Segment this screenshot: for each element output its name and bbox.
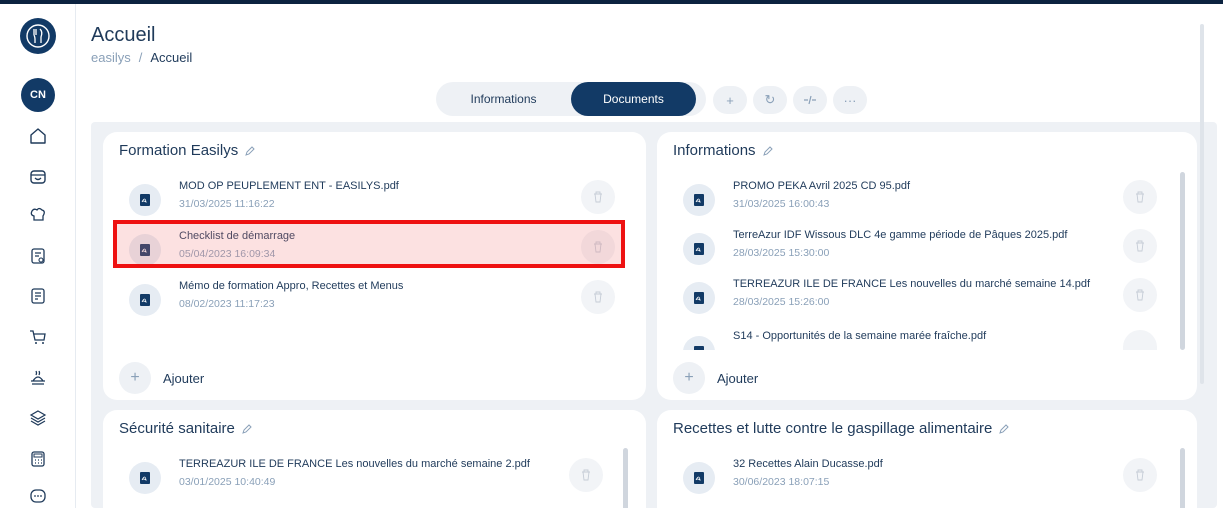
pdf-icon (683, 184, 715, 216)
pdf-icon (129, 284, 161, 316)
page-scrollbar[interactable] (1200, 24, 1204, 384)
document-item[interactable]: MOD OP PEUPLEMENT ENT - EASILYS.pdf 31/0… (121, 180, 621, 224)
document-item[interactable]: PROMO PEKA Avril 2025 CD 95.pdf 31/03/20… (675, 180, 1175, 224)
delete-button[interactable] (581, 180, 615, 214)
edit-pencil-icon[interactable] (998, 423, 1010, 435)
breadcrumb-root[interactable]: easilys (91, 50, 131, 65)
trash-icon (1136, 240, 1144, 252)
scrollbar[interactable] (1180, 172, 1185, 350)
document-name: S14 - Opportunités de la semaine marée f… (733, 330, 987, 342)
card-title: Informations (673, 142, 774, 159)
stack-icon[interactable] (26, 406, 50, 430)
document-date: 30/06/2023 18:07:15 (733, 476, 830, 488)
document-name: Mémo de formation Appro, Recettes et Men… (179, 280, 404, 292)
document-date: 08/02/2023 11:17:23 (179, 298, 275, 310)
recipe-card-icon[interactable] (26, 244, 50, 268)
card-title: Sécurité sanitaire (119, 420, 253, 437)
add-label: Ajouter (717, 370, 759, 386)
card-recettes-gaspillage: Recettes et lutte contre le gaspillage a… (657, 410, 1197, 508)
card-securite-sanitaire: Sécurité sanitaire TERREAZUR ILE DE FRAN… (103, 410, 646, 508)
card-title: Recettes et lutte contre le gaspillage a… (673, 420, 1010, 437)
breadcrumb-separator: / (138, 50, 143, 65)
trash-icon (582, 469, 590, 481)
document-name: 32 Recettes Alain Ducasse.pdf (733, 458, 883, 470)
document-name: PROMO PEKA Avril 2025 CD 95.pdf (733, 180, 911, 192)
pdf-icon (129, 462, 161, 494)
home-icon[interactable] (26, 124, 50, 148)
delete-button[interactable] (1123, 278, 1157, 312)
document-name: TerreAzur IDF Wissous DLC 4e gamme pério… (733, 229, 1068, 241)
delete-button[interactable] (581, 280, 615, 314)
page-title: Accueil (91, 24, 156, 46)
chat-icon[interactable] (26, 484, 50, 508)
pdf-icon (683, 462, 715, 494)
document-date: 31/03/2025 11:16:22 (179, 198, 275, 210)
chef-hat-icon[interactable] (26, 202, 50, 226)
card-informations: Informations PROMO PEKA Avril 2025 CD 95… (657, 132, 1197, 400)
plus-icon: + (119, 362, 151, 394)
document-name: TERREAZUR ILE DE FRANCE Les nouvelles du… (733, 278, 1091, 290)
tab-bar: Informations Documents (436, 82, 706, 116)
plus-icon: + (673, 362, 705, 394)
collapse-icon (804, 95, 816, 105)
document-item[interactable]: TERREAZUR ILE DE FRANCE Les nouvelles du… (675, 278, 1175, 322)
document-date: 03/01/2025 10:40:49 (179, 476, 276, 488)
document-name: MOD OP PEUPLEMENT ENT - EASILYS.pdf (179, 180, 399, 192)
highlight-box (113, 220, 625, 268)
document-icon[interactable] (26, 284, 50, 308)
document-date: 31/03/2025 16:00:43 (733, 198, 830, 210)
delete-button[interactable] (1123, 458, 1157, 492)
content-area: Formation Easilys MOD OP PEUPLEMENT ENT … (91, 122, 1217, 508)
document-item[interactable]: S14 - Opportunités de la semaine marée f… (675, 330, 1175, 350)
sidebar: CN (0, 4, 76, 508)
pdf-icon (683, 282, 715, 314)
document-item[interactable]: Mémo de formation Appro, Recettes et Men… (121, 280, 621, 324)
refresh-button[interactable]: ↻ (753, 86, 787, 114)
trash-icon (594, 191, 602, 203)
avatar[interactable]: CN (21, 78, 55, 112)
inbox-icon[interactable] (26, 165, 50, 189)
card-title-text: Recettes et lutte contre le gaspillage a… (673, 420, 993, 437)
tab-documents[interactable]: Documents (571, 82, 696, 116)
document-date: 28/03/2025 15:30:00 (733, 247, 830, 259)
tab-informations[interactable]: Informations (436, 82, 571, 116)
delete-button[interactable] (1123, 229, 1157, 263)
trash-icon (1136, 289, 1144, 301)
pdf-icon (129, 184, 161, 216)
document-item[interactable]: TerreAzur IDF Wissous DLC 4e gamme pério… (675, 229, 1175, 273)
add-document-button[interactable]: + Ajouter (119, 362, 204, 394)
trash-icon (594, 291, 602, 303)
dish-icon[interactable] (26, 366, 50, 390)
edit-pencil-icon[interactable] (244, 145, 256, 157)
card-title: Formation Easilys (119, 142, 256, 159)
document-item[interactable]: TERREAZUR ILE DE FRANCE Les nouvelles du… (121, 458, 621, 502)
more-button[interactable]: ··· (833, 86, 867, 114)
trash-icon (1136, 191, 1144, 203)
add-button[interactable]: + (713, 86, 747, 114)
pdf-icon (683, 233, 715, 265)
calculator-icon[interactable] (26, 447, 50, 471)
card-title-text: Formation Easilys (119, 142, 239, 159)
breadcrumb-current: Accueil (150, 50, 193, 65)
edit-pencil-icon[interactable] (762, 145, 774, 157)
scrollbar[interactable] (1180, 448, 1185, 508)
scrollbar[interactable] (623, 448, 628, 508)
breadcrumb: easilys / Accueil (91, 50, 192, 65)
delete-button[interactable] (569, 458, 603, 492)
edit-pencil-icon[interactable] (241, 423, 253, 435)
cart-icon[interactable] (26, 325, 50, 349)
add-document-button[interactable]: + Ajouter (673, 362, 758, 394)
trash-icon (1136, 469, 1144, 481)
card-title-text: Sécurité sanitaire (119, 420, 235, 437)
card-title-text: Informations (673, 142, 756, 159)
pdf-icon (683, 336, 715, 350)
delete-button[interactable] (1123, 180, 1157, 214)
collapse-button[interactable] (793, 86, 827, 114)
logo-icon[interactable] (20, 18, 56, 54)
document-date: 28/03/2025 15:26:00 (733, 296, 830, 308)
add-label: Ajouter (163, 370, 205, 386)
document-name: TERREAZUR ILE DE FRANCE Les nouvelles du… (179, 458, 530, 470)
document-item[interactable]: 32 Recettes Alain Ducasse.pdf 30/06/2023… (675, 458, 1175, 502)
